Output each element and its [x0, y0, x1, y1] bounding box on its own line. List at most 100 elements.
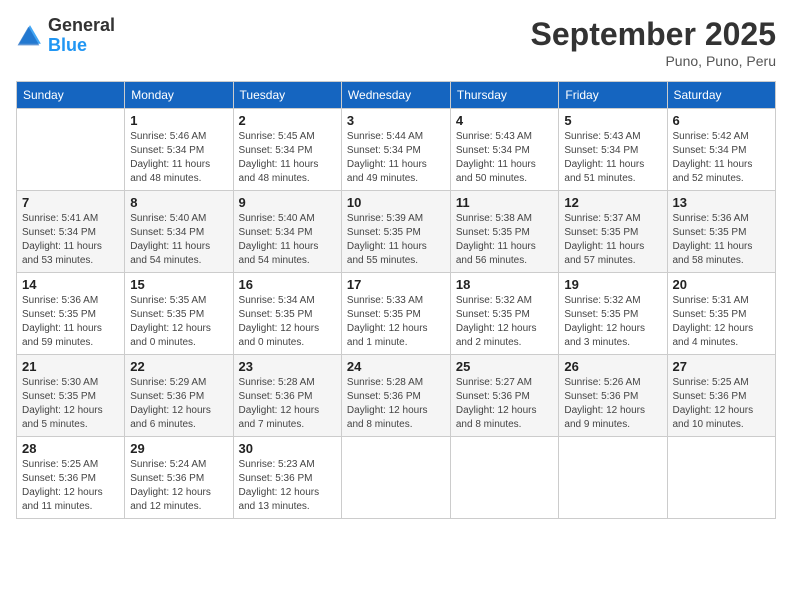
daylight-text: Daylight: 12 hours and 3 minutes.: [564, 322, 661, 350]
sunrise-text: Sunrise: 5:43 AM: [564, 130, 661, 144]
sunrise-text: Sunrise: 5:32 AM: [456, 294, 554, 308]
daylight-text: Daylight: 12 hours and 11 minutes.: [22, 486, 119, 514]
calendar-cell: 4 Sunrise: 5:43 AMSunset: 5:34 PMDaylight…: [450, 109, 559, 191]
calendar-week-row: 1Sunrise: 5:46 AMSunset: 5:34 PMDaylight…: [17, 109, 776, 191]
day-info: Sunrise: 5:45 AMSunset: 5:34 PMDaylight:…: [239, 130, 336, 186]
column-header-thursday: Thursday: [450, 82, 559, 109]
sunrise-text: Sunrise: 5:23 AM: [239, 458, 336, 472]
calendar-week-row: 7Sunrise: 5:41 AMSunset: 5:34 PMDaylight…: [17, 191, 776, 273]
sunrise-text: Sunrise: 5:39 AM: [347, 212, 445, 226]
day-number: 5: [564, 113, 661, 128]
day-number: 4: [456, 113, 554, 128]
day-number: 21: [22, 359, 119, 374]
calendar-cell: 3Sunrise: 5:44 AMSunset: 5:34 PMDaylight…: [341, 109, 450, 191]
sunset-text: Sunset: 5:34 PM: [456, 144, 554, 158]
sunset-text: Sunset: 5:35 PM: [673, 308, 771, 322]
calendar-cell: 1Sunrise: 5:46 AMSunset: 5:34 PMDaylight…: [125, 109, 233, 191]
sunrise-text: Sunrise: 5:26 AM: [564, 376, 661, 390]
day-info: Sunrise: 5:35 AMSunset: 5:35 PMDaylight:…: [130, 294, 227, 350]
calendar-cell: [667, 437, 776, 519]
day-number: 11: [456, 195, 554, 210]
day-number: 24: [347, 359, 445, 374]
sunrise-text: Sunrise: 5:35 AM: [130, 294, 227, 308]
sunset-text: Sunset: 5:35 PM: [22, 390, 119, 404]
sunset-text: Sunset: 5:35 PM: [347, 308, 445, 322]
sunset-text: Sunset: 5:35 PM: [22, 308, 119, 322]
daylight-text: Daylight: 12 hours and 4 minutes.: [673, 322, 771, 350]
daylight-text: Daylight: 12 hours and 10 minutes.: [673, 404, 771, 432]
sunrise-text: Sunrise: 5:45 AM: [239, 130, 336, 144]
calendar-week-row: 28Sunrise: 5:25 AMSunset: 5:36 PMDayligh…: [17, 437, 776, 519]
calendar-cell: 17Sunrise: 5:33 AMSunset: 5:35 PMDayligh…: [341, 273, 450, 355]
calendar-header-row: SundayMondayTuesdayWednesdayThursdayFrid…: [17, 82, 776, 109]
day-info: Sunrise: 5:32 AMSunset: 5:35 PMDaylight:…: [564, 294, 661, 350]
sunrise-text: Sunrise: 5:43 AM: [456, 130, 554, 144]
day-number: 14: [22, 277, 119, 292]
sunrise-text: Sunrise: 5:29 AM: [130, 376, 227, 390]
calendar-cell: [341, 437, 450, 519]
sunrise-text: Sunrise: 5:28 AM: [239, 376, 336, 390]
sunset-text: Sunset: 5:34 PM: [564, 144, 661, 158]
day-number: 26: [564, 359, 661, 374]
logo-text: General Blue: [48, 16, 115, 56]
day-number: 30: [239, 441, 336, 456]
sunrise-text: Sunrise: 5:36 AM: [673, 212, 771, 226]
sunrise-text: Sunrise: 5:41 AM: [22, 212, 119, 226]
day-number: 29: [130, 441, 227, 456]
day-number: 20: [673, 277, 771, 292]
sunrise-text: Sunrise: 5:24 AM: [130, 458, 227, 472]
sunset-text: Sunset: 5:35 PM: [564, 226, 661, 240]
day-info: Sunrise: 5:43 AMSunset: 5:34 PMDaylight:…: [456, 130, 554, 186]
day-number: 2: [239, 113, 336, 128]
daylight-text: Daylight: 12 hours and 2 minutes.: [456, 322, 554, 350]
sunset-text: Sunset: 5:35 PM: [564, 308, 661, 322]
day-info: Sunrise: 5:36 AMSunset: 5:35 PMDaylight:…: [22, 294, 119, 350]
sunset-text: Sunset: 5:34 PM: [347, 144, 445, 158]
daylight-text: Daylight: 11 hours and 50 minutes.: [456, 158, 554, 186]
sunrise-text: Sunrise: 5:44 AM: [347, 130, 445, 144]
calendar-cell: 23Sunrise: 5:28 AMSunset: 5:36 PMDayligh…: [233, 355, 341, 437]
sunset-text: Sunset: 5:35 PM: [456, 226, 554, 240]
day-info: Sunrise: 5:40 AMSunset: 5:34 PMDaylight:…: [239, 212, 336, 268]
daylight-text: Daylight: 12 hours and 8 minutes.: [456, 404, 554, 432]
calendar-cell: 29Sunrise: 5:24 AMSunset: 5:36 PMDayligh…: [125, 437, 233, 519]
calendar-cell: 5Sunrise: 5:43 AMSunset: 5:34 PMDaylight…: [559, 109, 667, 191]
day-number: 10: [347, 195, 445, 210]
logo-icon: [16, 22, 44, 50]
day-number: 15: [130, 277, 227, 292]
day-number: 28: [22, 441, 119, 456]
page-header: General Blue September 2025 Puno, Puno, …: [16, 16, 776, 69]
sunrise-text: Sunrise: 5:28 AM: [347, 376, 445, 390]
month-year-title: September 2025: [531, 16, 776, 53]
daylight-text: Daylight: 11 hours and 54 minutes.: [239, 240, 336, 268]
calendar-cell: 18Sunrise: 5:32 AMSunset: 5:35 PMDayligh…: [450, 273, 559, 355]
daylight-text: Daylight: 11 hours and 58 minutes.: [673, 240, 771, 268]
calendar-cell: 2 Sunrise: 5:45 AMSunset: 5:34 PMDaylight…: [233, 109, 341, 191]
day-info: Sunrise: 5:34 AMSunset: 5:35 PMDaylight:…: [239, 294, 336, 350]
sunset-text: Sunset: 5:35 PM: [239, 308, 336, 322]
day-number: 13: [673, 195, 771, 210]
day-number: 8: [130, 195, 227, 210]
day-number: 18: [456, 277, 554, 292]
calendar-table: SundayMondayTuesdayWednesdayThursdayFrid…: [16, 81, 776, 519]
sunset-text: Sunset: 5:34 PM: [239, 144, 336, 158]
logo-blue-text: Blue: [48, 35, 87, 55]
day-number: 12: [564, 195, 661, 210]
daylight-text: Daylight: 11 hours and 59 minutes.: [22, 322, 119, 350]
day-number: 7: [22, 195, 119, 210]
calendar-cell: 20Sunrise: 5:31 AMSunset: 5:35 PMDayligh…: [667, 273, 776, 355]
column-header-tuesday: Tuesday: [233, 82, 341, 109]
day-number: 16: [239, 277, 336, 292]
day-info: Sunrise: 5:23 AMSunset: 5:36 PMDaylight:…: [239, 458, 336, 514]
calendar-cell: 25Sunrise: 5:27 AMSunset: 5:36 PMDayligh…: [450, 355, 559, 437]
calendar-cell: 19Sunrise: 5:32 AMSunset: 5:35 PMDayligh…: [559, 273, 667, 355]
calendar-cell: 7Sunrise: 5:41 AMSunset: 5:34 PMDaylight…: [17, 191, 125, 273]
sunset-text: Sunset: 5:35 PM: [347, 226, 445, 240]
calendar-cell: 6Sunrise: 5:42 AMSunset: 5:34 PMDaylight…: [667, 109, 776, 191]
daylight-text: Daylight: 12 hours and 13 minutes.: [239, 486, 336, 514]
day-number: 1: [130, 113, 227, 128]
day-number: 6: [673, 113, 771, 128]
day-number: 27: [673, 359, 771, 374]
sunset-text: Sunset: 5:36 PM: [130, 472, 227, 486]
calendar-cell: 24Sunrise: 5:28 AMSunset: 5:36 PMDayligh…: [341, 355, 450, 437]
